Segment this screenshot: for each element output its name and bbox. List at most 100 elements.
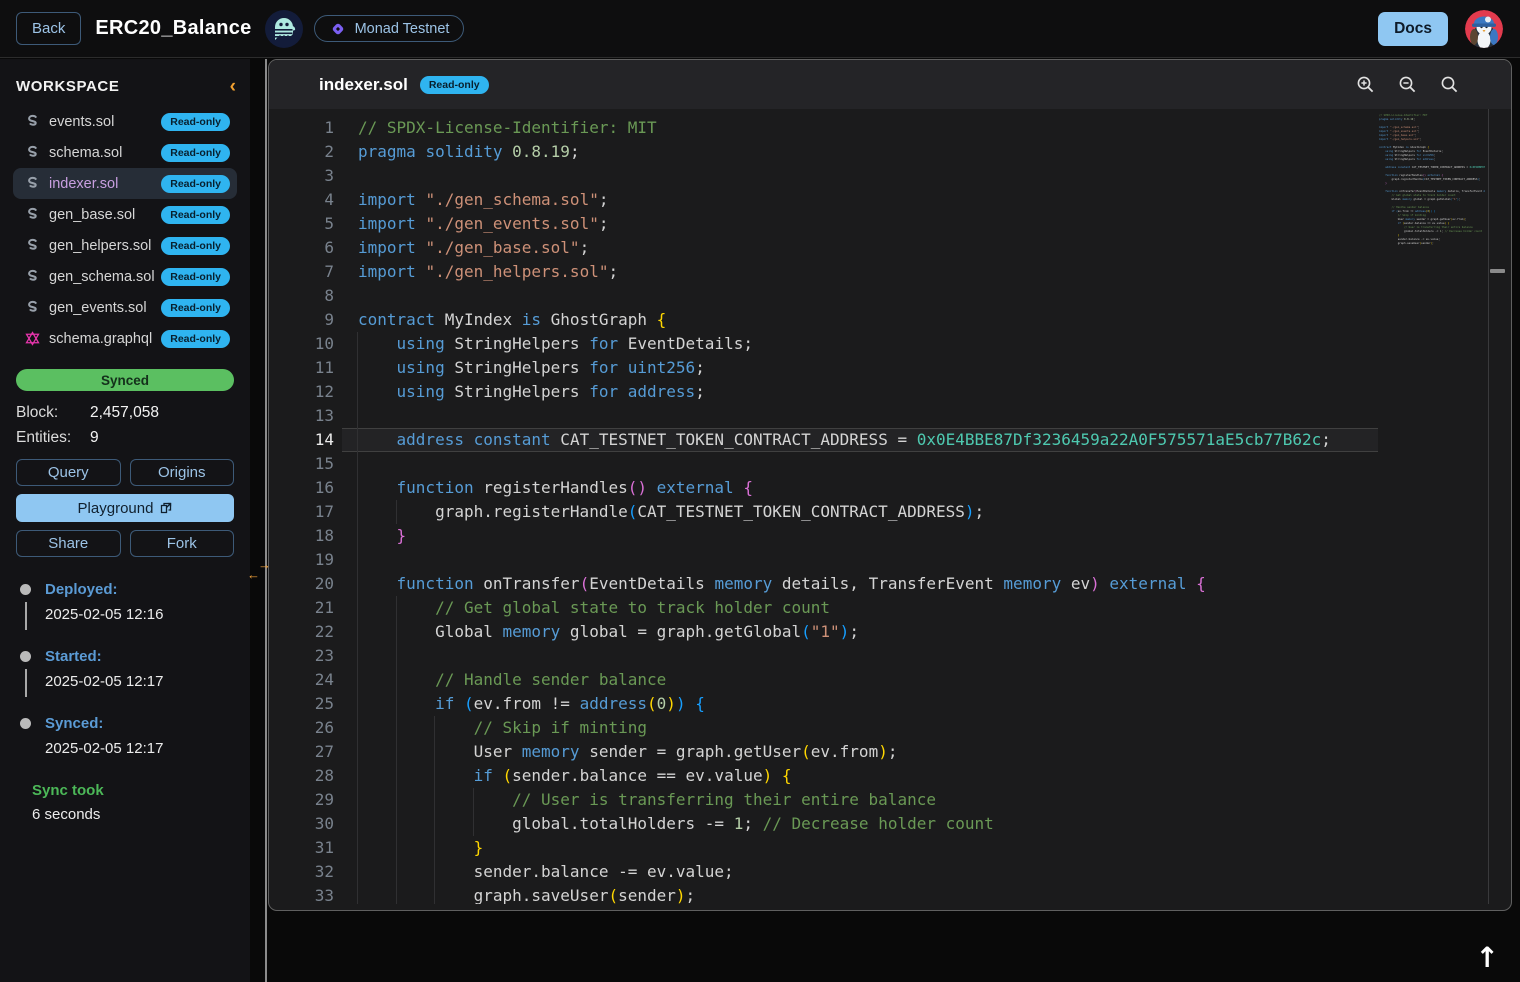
code-line: 18 } [269,524,1510,548]
code-line: 8 [269,284,1510,308]
block-value: 2,457,058 [90,404,159,422]
file-item-gen_events.sol[interactable]: gen_events.sol Read-only [13,292,237,323]
scrollbar-track[interactable] [1488,109,1489,904]
code-line: 9contract MyIndex is GhostGraph { [269,308,1510,332]
code-line: 26 // Skip if minting [269,716,1510,740]
code-line: 20 function onTransfer(EventDetails memo… [269,572,1510,596]
block-label: Block: [16,404,90,422]
sync-took-value: 6 seconds [32,806,234,823]
code-line: 5import "./gen_events.sol"; [269,212,1510,236]
code-line: 21 // Get global state to track holder c… [269,596,1510,620]
timeline-value: 2025-02-05 12:16 [45,606,234,623]
timeline-item: Synced:2025-02-05 12:17 [20,715,234,757]
collapse-sidebar-icon[interactable]: ‹ [230,80,236,94]
sidebar-resize-handle-icon[interactable]: → ← [247,560,275,584]
avatar[interactable] [1465,10,1503,48]
search-icon[interactable] [1440,75,1459,94]
timeline-dot [20,651,31,662]
playground-label: Playground [78,500,154,517]
file-name: schema.graphql [49,331,152,347]
docs-button[interactable]: Docs [1378,12,1448,46]
editor-filename: indexer.sol [319,75,408,95]
solidity-file-icon [25,114,40,129]
solidity-file-icon [25,176,40,191]
network-badge: Monad Testnet [314,15,465,42]
code-line: 1// SPDX-License-Identifier: MIT [269,116,1510,140]
readonly-badge: Read-only [161,299,230,317]
timeline-label: Synced: [45,715,234,732]
file-name: events.sol [49,114,114,130]
workspace-title: WORKSPACE [16,78,119,95]
top-bar: Back ERC20_Balance Monad Testnet Docs [0,0,1520,58]
entities-label: Entities: [16,429,90,447]
code-lines: 1// SPDX-License-Identifier: MIT2pragma … [269,116,1510,904]
sidebar-divider [265,59,267,982]
scroll-to-top-button[interactable]: ↑ [1476,944,1499,972]
readonly-badge: Read-only [161,268,230,286]
code-line: 30 global.totalHolders -= 1; // Decrease… [269,812,1510,836]
file-item-gen_helpers.sol[interactable]: gen_helpers.sol Read-only [13,230,237,261]
readonly-badge: Read-only [161,237,230,255]
file-item-schema.graphql[interactable]: schema.graphql Read-only [13,323,237,354]
code-line: 13 [269,404,1510,428]
fork-button[interactable]: Fork [130,530,235,557]
file-name: schema.sol [49,145,122,161]
file-item-schema.sol[interactable]: schema.solRead-only [13,137,237,168]
back-button[interactable]: Back [16,12,81,45]
timeline-value: 2025-02-05 12:17 [45,673,234,690]
solidity-file-icon [25,269,40,284]
code-line: 7import "./gen_helpers.sol"; [269,260,1510,284]
file-item-gen_schema.sol[interactable]: gen_schema.solRead-only [13,261,237,292]
solidity-file-icon [25,207,40,222]
readonly-badge: Read-only [161,175,230,193]
editor-header: indexer.sol Read-only [269,60,1511,109]
solidity-file-icon [25,145,40,160]
origins-button[interactable]: Origins [130,459,235,486]
code-viewport[interactable]: 1// SPDX-License-Identifier: MIT2pragma … [269,109,1510,904]
timeline-item: Deployed: 2025-02-05 12:16 [20,581,234,623]
graphql-file-icon [25,331,40,346]
readonly-badge: Read-only [161,330,230,348]
share-button[interactable]: Share [16,530,121,557]
ghost-logo-icon [265,10,303,48]
timeline-dot [20,718,31,729]
query-button[interactable]: Query [16,459,121,486]
external-link-icon [160,502,172,514]
file-name: gen_helpers.sol [49,238,151,254]
scrollbar-thumb[interactable] [1490,269,1505,273]
timeline-connector [25,669,27,697]
code-line: 22 Global memory global = graph.getGloba… [269,620,1510,644]
zoom-out-icon[interactable] [1398,75,1417,94]
file-name: gen_base.sol [49,207,135,223]
file-item-indexer.sol[interactable]: indexer.solRead-only [13,168,237,199]
zoom-in-icon[interactable] [1356,75,1375,94]
code-line: 4import "./gen_schema.sol"; [269,188,1510,212]
code-line: 10 using StringHelpers for EventDetails; [269,332,1510,356]
solidity-file-icon [25,300,40,315]
timeline-label: Started: [45,648,234,665]
minimap[interactable]: // SPDX-License-Identifier: MITpragma so… [1379,114,1485,246]
deployment-timeline: Deployed: 2025-02-05 12:16 Started: 2025-02… [20,581,234,757]
code-line: 12 using StringHelpers for address; [269,380,1510,404]
readonly-badge: Read-only [161,113,230,131]
code-line: 31 } [269,836,1510,860]
workspace-sidebar: WORKSPACE ‹ events.sol Read-only schema.so… [0,59,250,982]
code-line: 15 [269,452,1510,476]
readonly-badge: Read-only [161,206,230,224]
network-label: Monad Testnet [355,21,450,37]
file-list: events.solRead-onlyschema.solRead-onlyin… [0,106,250,354]
code-line: 32 sender.balance -= ev.value; [269,860,1510,884]
code-line: 19 [269,548,1510,572]
file-name: gen_events.sol [49,300,147,316]
timeline-label: Deployed: [45,581,234,598]
code-line: 2pragma solidity 0.8.19; [269,140,1510,164]
file-item-gen_base.sol[interactable]: gen_base.sol Read-only [13,199,237,230]
monad-icon [329,20,347,38]
code-line: 23 [269,644,1510,668]
playground-button[interactable]: Playground [16,494,234,522]
timeline-connector [25,602,27,630]
code-line: 16 function registerHandles() external { [269,476,1510,500]
sync-took-label: Sync took [32,782,234,799]
file-item-events.sol[interactable]: events.sol Read-only [13,106,237,137]
timeline-item: Started: 2025-02-05 12:17 [20,648,234,690]
